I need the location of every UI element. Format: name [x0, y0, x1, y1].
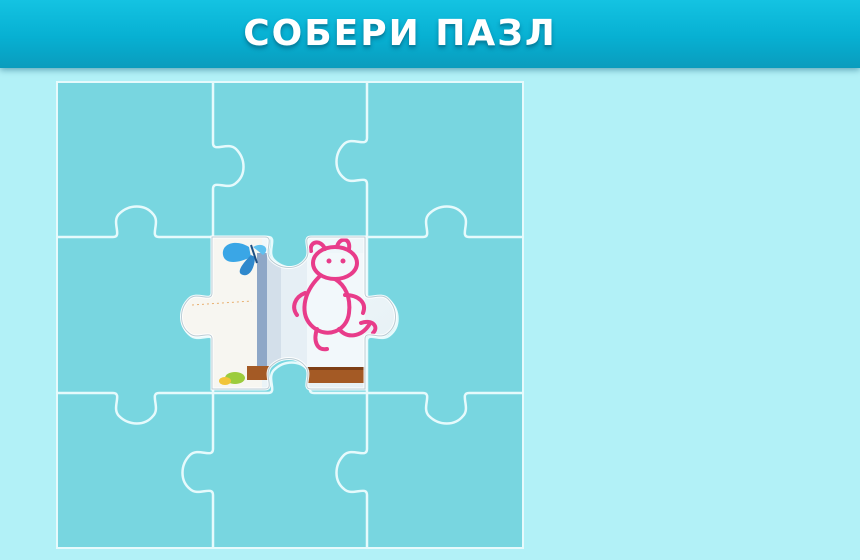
piece-tray[interactable] — [530, 80, 860, 560]
window-frame — [257, 253, 267, 371]
center-piece[interactable] — [177, 233, 411, 393]
page-title: СОБЕРИ ПАЗЛ — [243, 13, 557, 54]
header-bar: СОБЕРИ ПАЗЛ — [0, 0, 860, 68]
